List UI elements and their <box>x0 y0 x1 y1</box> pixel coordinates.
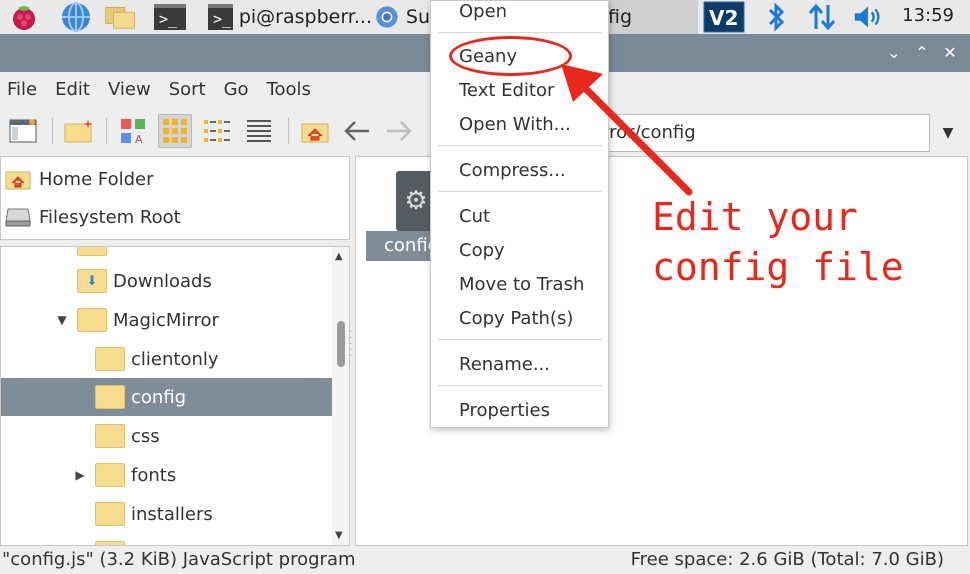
tree-row-partial[interactable] <box>1 247 332 263</box>
raspberry-menu-icon[interactable] <box>8 1 40 33</box>
drive-icon <box>5 206 31 228</box>
back-arrow-icon[interactable] <box>340 114 374 148</box>
menu-view[interactable]: View <box>108 79 151 100</box>
taskbar-terminal-window[interactable]: >_ pi@raspberr... <box>208 0 372 34</box>
context-menu-open[interactable]: Open <box>459 0 507 28</box>
annotation-text: Edit your config file <box>652 195 904 289</box>
folder-icon <box>77 308 107 332</box>
place-home-folder[interactable]: Home Folder <box>5 162 154 196</box>
vnc-icon[interactable]: V2 <box>702 1 746 33</box>
forward-arrow-icon[interactable] <box>382 114 416 148</box>
tree-row-css[interactable]: css <box>1 417 332 455</box>
folder-icon <box>95 424 125 448</box>
status-free-space: Free space: 2.6 GiB (Total: 7.0 GiB) <box>630 549 944 570</box>
tree-row-magicmirror[interactable]: ▼ MagicMirror <box>1 301 332 339</box>
tree-row-config[interactable]: config <box>1 378 332 416</box>
statusbar: "config.js" (3.2 KiB) JavaScript program… <box>0 546 970 574</box>
place-filesystem-root[interactable]: Filesystem Root <box>5 200 181 234</box>
pane-divider[interactable]: · · · · · <box>349 328 353 370</box>
clock[interactable]: 13:59 <box>902 0 954 34</box>
annotation-arrow-icon <box>561 64 693 196</box>
downloads-folder-icon: ⬇ <box>77 269 107 293</box>
expander-icon[interactable]: ▶ <box>73 468 87 482</box>
new-window-icon[interactable] <box>6 114 40 148</box>
thumbnail-view-icon[interactable]: A <box>116 114 150 148</box>
scroll-up-icon[interactable]: ▲ <box>335 251 343 262</box>
tree-row-downloads[interactable]: ⬇ Downloads <box>1 262 332 300</box>
folder-icon <box>77 247 107 256</box>
tree-row-clientonly[interactable]: clientonly <box>1 340 332 378</box>
terminal-launcher-icon[interactable]: >_ <box>154 1 186 33</box>
menu-sort[interactable]: Sort <box>169 79 206 100</box>
menu-tools[interactable]: Tools <box>267 79 311 100</box>
tree-row-fonts[interactable]: ▶ fonts <box>1 456 332 494</box>
context-menu-copy[interactable]: Copy <box>459 235 505 267</box>
new-folder-icon[interactable] <box>62 114 96 148</box>
expander-icon[interactable]: ▼ <box>55 313 69 327</box>
minimize-icon[interactable]: ⌄ <box>884 43 904 63</box>
directory-tree: ⬇ Downloads ▼ MagicMirror clientonly con… <box>0 246 350 546</box>
context-menu-compress[interactable]: Compress... <box>459 155 566 187</box>
close-icon[interactable]: ✕ <box>940 43 960 63</box>
svg-text:A: A <box>135 133 143 145</box>
chromium-icon <box>376 6 398 28</box>
annotation-highlight-ellipse <box>449 36 572 76</box>
context-menu-move-to-trash[interactable]: Move to Trash <box>459 269 584 301</box>
scrollbar-thumb[interactable] <box>337 321 345 367</box>
web-browser-icon[interactable] <box>60 1 92 33</box>
places-panel: Home Folder Filesystem Root <box>0 156 350 240</box>
list-view-icon[interactable] <box>242 114 276 148</box>
svg-text:V2: V2 <box>709 6 738 30</box>
context-menu-cut[interactable]: Cut <box>459 201 490 233</box>
taskbar-chromium-window[interactable]: Su <box>374 0 430 34</box>
file-item-config-js[interactable]: ⚙ config.js <box>366 165 444 261</box>
menu-edit[interactable]: Edit <box>55 79 90 100</box>
icon-view-icon[interactable] <box>158 114 192 148</box>
folder-icon <box>95 463 125 487</box>
context-menu-rename[interactable]: Rename... <box>459 349 550 381</box>
bluetooth-icon[interactable] <box>760 1 792 33</box>
location-dropdown-icon[interactable]: ▼ <box>936 118 960 148</box>
context-menu-text-editor[interactable]: Text Editor <box>459 75 554 107</box>
scroll-down-icon[interactable]: ▼ <box>335 530 343 541</box>
folder-icon <box>95 385 125 409</box>
tree-scrollbar[interactable]: ▲ ▼ <box>332 247 349 545</box>
menu-go[interactable]: Go <box>224 79 249 100</box>
context-menu-properties[interactable]: Properties <box>459 395 550 427</box>
status-selection-info: "config.js" (3.2 KiB) JavaScript program <box>2 549 356 570</box>
file-manager-icon[interactable] <box>104 1 136 33</box>
tree-row-installers[interactable]: installers <box>1 495 332 533</box>
maximize-icon[interactable]: ⌃ <box>912 43 932 63</box>
tree-row-partial[interactable] <box>1 534 332 545</box>
menu-file[interactable]: File <box>7 79 37 100</box>
taskbar-files-window[interactable]: fig <box>600 0 698 34</box>
compact-view-icon[interactable] <box>200 114 234 148</box>
folder-icon <box>95 347 125 371</box>
folder-icon <box>95 502 125 526</box>
network-icon[interactable] <box>806 1 838 33</box>
context-menu-copy-paths[interactable]: Copy Path(s) <box>459 303 573 335</box>
terminal-icon: >_ <box>208 4 233 30</box>
home-folder-icon <box>5 168 31 190</box>
volume-icon[interactable] <box>852 1 884 33</box>
home-icon[interactable] <box>298 114 332 148</box>
